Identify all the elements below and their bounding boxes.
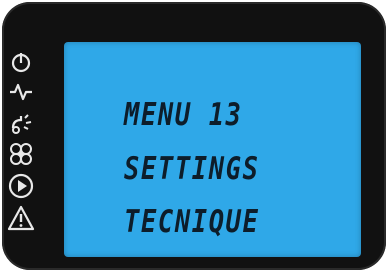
lcd-line-technique: TECNIQUE [124,204,260,240]
lcd-screen: MENU 13 SETTINGS TECNIQUE [64,42,361,257]
power-icon [7,48,35,76]
status-icon-column [7,48,35,262]
fan-icon [7,140,35,168]
shower-icon [7,108,35,136]
lcd-line-settings: SETTINGS [124,151,260,187]
electric-arc-icon [7,78,35,106]
play-icon [7,172,35,200]
device-bezel: MENU 13 SETTINGS TECNIQUE [2,2,386,270]
lcd-line-menu: MENU 13 [124,97,243,133]
warning-icon [7,204,35,232]
